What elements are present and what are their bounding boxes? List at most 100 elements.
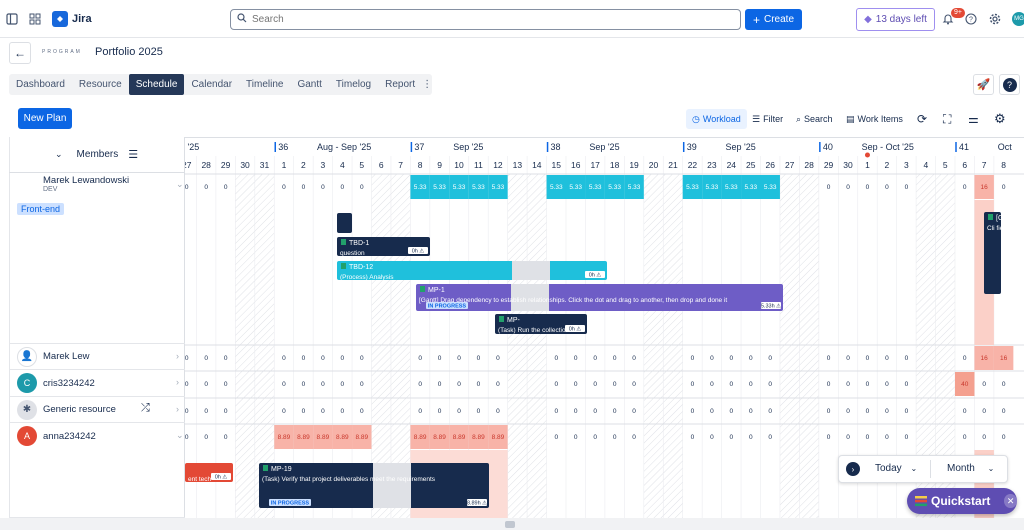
- workload-value: 0: [593, 408, 597, 415]
- chevron-right-icon[interactable]: ›: [176, 404, 179, 414]
- filter-button[interactable]: ☰ Filter: [752, 111, 783, 127]
- tab-resource[interactable]: Resource: [72, 74, 129, 95]
- workload-value: 0: [691, 381, 695, 388]
- task-bar[interactable]: TBD-12 (Process) Analysis 0h ⚠: [337, 261, 607, 281]
- member-name[interactable]: Marek Lew: [43, 351, 89, 362]
- collapse-all-icon[interactable]: ⌄: [55, 149, 63, 160]
- user-avatar[interactable]: MG: [1012, 12, 1024, 26]
- tab-gantt[interactable]: Gantt: [290, 74, 328, 95]
- new-plan-button[interactable]: New Plan: [18, 108, 72, 129]
- day-label: 18: [610, 160, 620, 170]
- diamond-icon: ◆: [864, 14, 872, 25]
- help-button[interactable]: ?: [999, 74, 1020, 95]
- chevron-right-icon[interactable]: ›: [176, 377, 179, 387]
- chevron-down-icon[interactable]: ⌄: [176, 179, 184, 190]
- today-button[interactable]: Today ⌄: [875, 463, 917, 474]
- member-name[interactable]: cris3234242: [43, 378, 95, 389]
- workload-toggle[interactable]: ◷ Workload: [686, 109, 747, 129]
- task-bar[interactable]: MP- (Task) Run the collection 0h ⚠: [495, 314, 587, 334]
- member-name[interactable]: anna234242: [43, 431, 96, 442]
- tab-dashboard[interactable]: Dashboard: [9, 74, 72, 95]
- workload-value: 0: [827, 355, 831, 362]
- jira-logo[interactable]: Jira: [52, 11, 92, 27]
- estimate-label: 0h ⚠: [589, 273, 602, 279]
- workload-value: 0: [866, 381, 870, 388]
- workload-value: 0: [477, 355, 481, 362]
- story-icon: [263, 465, 268, 471]
- workload-value: 5.33: [628, 184, 641, 191]
- search-bar[interactable]: [230, 9, 741, 30]
- chevron-right-icon[interactable]: ›: [176, 351, 179, 361]
- workload-value: 0: [846, 355, 850, 362]
- create-button[interactable]: + Create: [745, 9, 802, 30]
- workload-value: 0: [749, 434, 753, 441]
- day-label: 4: [340, 160, 345, 170]
- task-bar[interactable]: [G Cli fie int tas de: [984, 212, 1024, 294]
- workload-value: 0: [730, 355, 734, 362]
- sort-icon[interactable]: ☰: [128, 148, 138, 161]
- tab-calendar[interactable]: Calendar: [184, 74, 239, 95]
- workload-value: 0: [360, 184, 364, 191]
- settings-gear-icon[interactable]: [988, 12, 1002, 26]
- workload-value: 0: [963, 355, 967, 362]
- trial-button[interactable]: ◆ 13 days left: [856, 8, 935, 31]
- day-label: 5: [943, 160, 948, 170]
- workload-value: 0: [1002, 408, 1006, 415]
- refresh-icon[interactable]: ⟳: [917, 111, 927, 127]
- quickstart-button[interactable]: Quickstart ✕: [907, 488, 1017, 514]
- workload-value: 0: [321, 355, 325, 362]
- fullscreen-icon[interactable]: ⛶: [943, 111, 951, 127]
- status-label: IN PROGRESS: [271, 501, 310, 507]
- task-bar[interactable]: ent tech 0h ⚠: [185, 463, 233, 483]
- search-input[interactable]: [252, 14, 740, 25]
- chevron-down-icon[interactable]: ⌄: [176, 430, 184, 441]
- workload-value: 0: [749, 381, 753, 388]
- member-name[interactable]: Marek Lewandowski: [43, 175, 129, 186]
- sidebar-toggle-icon[interactable]: [5, 12, 19, 26]
- estimate-label: 8.89h ⚠: [467, 501, 487, 507]
- chevron-down-icon: ⌄: [910, 464, 918, 473]
- workload-value: 0: [418, 381, 422, 388]
- workload-value: 0: [282, 408, 286, 415]
- help-icon[interactable]: ?: [964, 12, 978, 26]
- chevron-right-icon[interactable]: ›: [846, 462, 860, 476]
- tab-timeline[interactable]: Timeline: [239, 74, 290, 95]
- work-items-button[interactable]: ▤ Work Items: [846, 111, 903, 127]
- task-bar[interactable]: MP-1[Gantt] Drag dependency to establish…: [416, 284, 783, 311]
- rocket-button[interactable]: 🚀: [973, 74, 994, 95]
- workload-value: 0: [613, 408, 617, 415]
- workload-value: 0: [224, 434, 228, 441]
- tab-timelog[interactable]: Timelog: [329, 74, 378, 95]
- workload-value: 0: [496, 381, 500, 388]
- timeline-search-button[interactable]: ⌕ Search: [796, 111, 833, 127]
- scrollbar-thumb[interactable]: [505, 521, 515, 528]
- day-label: 20: [649, 160, 659, 170]
- task-key: TBD-12: [349, 264, 373, 271]
- close-icon[interactable]: ✕: [1004, 494, 1017, 508]
- task-key: MP-19: [271, 466, 292, 473]
- rocket-icon: 🚀: [976, 79, 991, 91]
- task-bar[interactable]: TBD-1 question 0h ⚠: [337, 237, 430, 257]
- day-label: 28: [804, 160, 814, 170]
- task-bar[interactable]: [337, 213, 352, 233]
- app-switcher-icon[interactable]: [28, 12, 42, 26]
- sliders-icon[interactable]: ⚌: [968, 111, 979, 127]
- workload-value: 0: [224, 184, 228, 191]
- more-tabs-icon[interactable]: ⋮: [422, 74, 432, 95]
- back-button[interactable]: ←: [9, 42, 31, 64]
- workload-value: 0: [632, 434, 636, 441]
- workload-value: 5.33: [472, 184, 485, 191]
- workload-value: 0: [341, 184, 345, 191]
- day-label: 7: [982, 160, 987, 170]
- tab-schedule[interactable]: Schedule: [128, 74, 185, 95]
- month-select[interactable]: Month ⌄: [947, 463, 994, 474]
- workload-value: 0: [302, 184, 306, 191]
- task-bar[interactable]: MP-19 (Task) Verify that project delivera…: [259, 463, 489, 508]
- members-header: ⌄ Members ☰: [9, 137, 185, 173]
- member-name[interactable]: Generic resource: [43, 404, 116, 415]
- settings-icon[interactable]: ⚙: [994, 111, 1006, 127]
- weekend-gap: [512, 261, 550, 280]
- shuffle-icon[interactable]: ⤮: [141, 402, 150, 415]
- weekend-column: [235, 174, 255, 518]
- tab-report[interactable]: Report: [378, 74, 422, 95]
